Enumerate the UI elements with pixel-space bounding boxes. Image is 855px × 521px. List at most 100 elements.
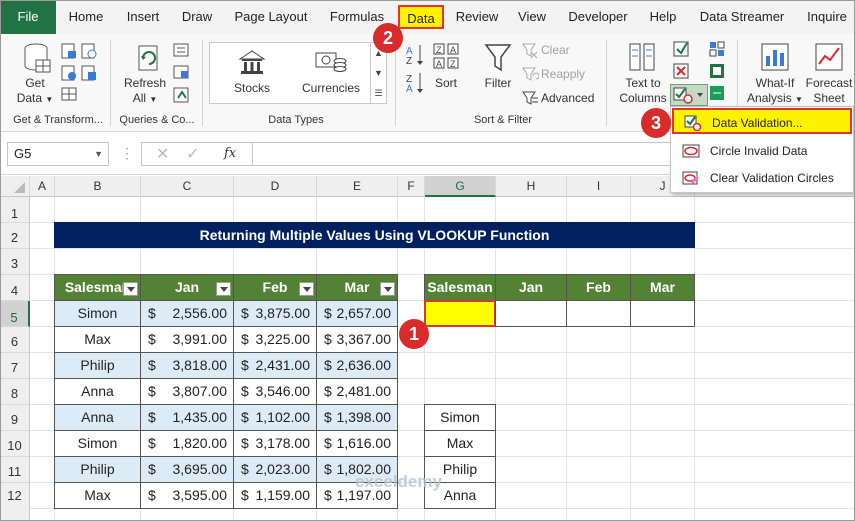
table-cell-jan[interactable]: $3,818.00 (140, 352, 234, 379)
row-header-5[interactable]: 5 (0, 301, 30, 327)
column-header-d[interactable]: D (234, 176, 317, 197)
clear-filter-button[interactable]: Clear (541, 43, 570, 58)
gallery-scroll-down[interactable]: ▼ (370, 63, 386, 83)
row-header-7[interactable]: 7 (0, 353, 30, 379)
row-header-12[interactable]: 12 (0, 483, 30, 521)
table-cell-name[interactable]: Max (54, 482, 141, 509)
table-cell-name[interactable]: Simon (54, 430, 141, 457)
formula-input[interactable] (253, 142, 673, 166)
filter-dropdown-icon[interactable] (299, 282, 314, 296)
row-header-11[interactable]: 11 (0, 457, 30, 483)
table-cell-jan[interactable]: $3,595.00 (140, 482, 234, 509)
advanced-filter-button[interactable]: Advanced (541, 91, 594, 106)
tab-help[interactable]: Help (644, 5, 682, 29)
reapply-button[interactable]: Reapply (541, 67, 585, 82)
tab-view[interactable]: View (512, 5, 552, 29)
menu-item-clear-validation-circles[interactable]: Clear Validation Circles (672, 165, 852, 191)
table-cell-name[interactable]: Anna (54, 404, 141, 431)
tab-draw[interactable]: Draw (176, 5, 218, 29)
column-header-g[interactable]: G (425, 176, 496, 197)
table-cell-mar[interactable]: $2,636.00 (316, 352, 398, 379)
currencies-button[interactable]: Currencies (298, 81, 364, 96)
gallery-expand[interactable]: ☰ (370, 83, 386, 104)
column-header-f[interactable]: F (398, 176, 425, 197)
table-cell-jan[interactable]: $3,807.00 (140, 378, 234, 405)
row-header-9[interactable]: 9 (0, 405, 30, 431)
row-header-10[interactable]: 10 (0, 431, 30, 457)
column-header-e[interactable]: E (317, 176, 398, 197)
tab-review[interactable]: Review (452, 5, 502, 29)
row-header-3[interactable]: 3 (0, 249, 30, 275)
select-all-corner[interactable] (0, 176, 30, 197)
sort-button[interactable]: Sort (428, 76, 464, 91)
tab-file[interactable]: File (0, 0, 56, 34)
tab-page-layout[interactable]: Page Layout (229, 5, 313, 29)
refresh-all-button[interactable]: Refresh All ▼ (120, 76, 170, 107)
table-cell-feb[interactable]: $3,178.00 (233, 430, 317, 457)
table-cell-mar[interactable]: $2,481.00 (316, 378, 398, 405)
lookup-salesman-input-cell[interactable] (424, 300, 496, 327)
table-cell-feb[interactable]: $1,159.00 (233, 482, 317, 509)
table-cell-feb[interactable]: $3,546.00 (233, 378, 317, 405)
menu-item-circle-invalid-data[interactable]: Circle Invalid Data (672, 138, 852, 164)
text-to-columns-button[interactable]: Text to Columns (614, 76, 672, 106)
column-header-c[interactable]: C (141, 176, 234, 197)
row-header-6[interactable]: 6 (0, 327, 30, 353)
get-data-button[interactable]: Get Data ▼ (10, 76, 60, 107)
tab-data-streamer[interactable]: Data Streamer (694, 5, 790, 29)
table-cell-name[interactable]: Anna (54, 378, 141, 405)
table-cell-jan[interactable]: $2,556.00 (140, 300, 234, 327)
cancel-icon[interactable]: ✕ (156, 144, 169, 164)
lookup-feb-cell[interactable] (566, 300, 631, 327)
chevron-down-icon[interactable]: ▼ (94, 143, 103, 165)
table-cell-mar[interactable]: $1,616.00 (316, 430, 398, 457)
data-types-gallery[interactable]: Stocks Currencies ▲ ▼ ☰ (209, 42, 387, 104)
insert-function-button[interactable]: fx (224, 146, 236, 161)
row-header-8[interactable]: 8 (0, 379, 30, 405)
column-header-h[interactable]: H (496, 176, 567, 197)
table-cell-feb[interactable]: $2,431.00 (233, 352, 317, 379)
drag-handle-icon[interactable]: ⋮ (120, 145, 134, 162)
column-header-a[interactable]: A (30, 176, 55, 197)
tab-inquire[interactable]: Inquire (800, 5, 854, 29)
table-cell-feb[interactable]: $2,023.00 (233, 456, 317, 483)
list-item[interactable]: Max (424, 430, 496, 457)
filter-dropdown-icon[interactable] (380, 282, 395, 296)
table-cell-name[interactable]: Simon (54, 300, 141, 327)
list-item[interactable]: Simon (424, 404, 496, 431)
what-if-analysis-button[interactable]: What-If Analysis ▼ (744, 76, 806, 107)
column-header-i[interactable]: I (567, 176, 631, 197)
menu-item-data-validation[interactable]: Data Validation... (672, 108, 852, 134)
filter-dropdown-icon[interactable] (123, 282, 138, 296)
data-validation-split-button[interactable] (670, 84, 708, 106)
enter-icon[interactable]: ✓ (186, 144, 199, 164)
name-box[interactable]: G5 ▼ (7, 142, 109, 166)
filter-button[interactable]: Filter (478, 76, 518, 91)
table-cell-jan[interactable]: $3,695.00 (140, 456, 234, 483)
table-cell-feb[interactable]: $3,875.00 (233, 300, 317, 327)
forecast-sheet-button[interactable]: Forecast Sheet (802, 76, 855, 106)
filter-dropdown-icon[interactable] (216, 282, 231, 296)
table-cell-name[interactable]: Max (54, 326, 141, 353)
tab-data[interactable]: Data (398, 5, 444, 29)
row-header-4[interactable]: 4 (0, 275, 30, 301)
tab-developer[interactable]: Developer (562, 5, 634, 29)
stocks-button[interactable]: Stocks (224, 81, 280, 96)
tab-insert[interactable]: Insert (120, 5, 166, 29)
lookup-mar-cell[interactable] (630, 300, 695, 327)
table-cell-feb[interactable]: $3,225.00 (233, 326, 317, 353)
table-cell-mar[interactable]: $2,657.00 (316, 300, 398, 327)
table-cell-jan[interactable]: $1,820.00 (140, 430, 234, 457)
row-header-2[interactable]: 2 (0, 223, 30, 249)
table-cell-feb[interactable]: $1,102.00 (233, 404, 317, 431)
tab-home[interactable]: Home (62, 5, 110, 29)
lookup-jan-cell[interactable] (495, 300, 567, 327)
table-cell-jan[interactable]: $1,435.00 (140, 404, 234, 431)
table-cell-mar[interactable]: $1,398.00 (316, 404, 398, 431)
table-cell-name[interactable]: Philip (54, 456, 141, 483)
table-cell-mar[interactable]: $3,367.00 (316, 326, 398, 353)
table-cell-jan[interactable]: $3,991.00 (140, 326, 234, 353)
table-cell-name[interactable]: Philip (54, 352, 141, 379)
row-header-1[interactable]: 1 (0, 197, 30, 223)
column-header-b[interactable]: B (55, 176, 141, 197)
